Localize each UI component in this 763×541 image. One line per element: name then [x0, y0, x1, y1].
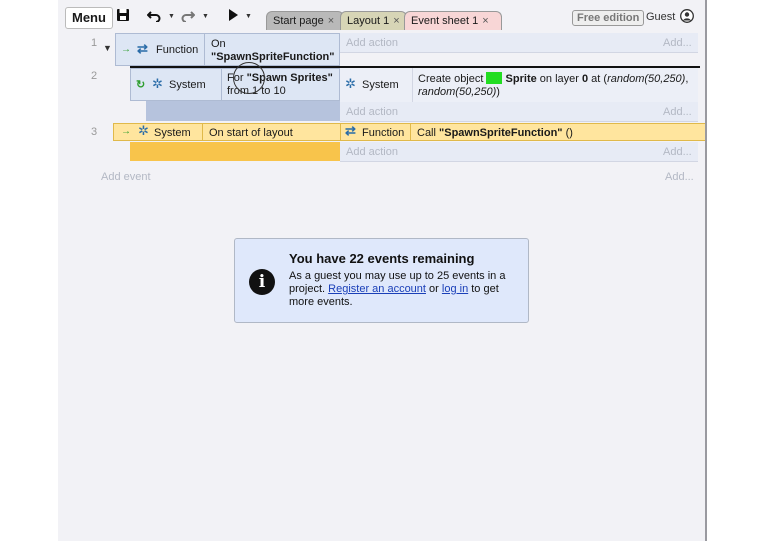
- toolbar: Menu ▼ ▼ ▼ Start page × Layout 1 × Event s…: [58, 0, 706, 34]
- redo-dropdown-icon[interactable]: ▼: [202, 8, 209, 26]
- notice-body: As a guest you may use up to 25 events i…: [289, 270, 506, 308]
- close-icon[interactable]: ×: [328, 15, 334, 27]
- add-more-link[interactable]: Add...: [663, 106, 692, 118]
- condition-text: On start of layout: [209, 127, 293, 139]
- sprite-thumbnail-icon: [486, 72, 503, 84]
- event-number: 1: [91, 37, 98, 49]
- condition-function-name: "SpawnSpriteFunction": [211, 51, 335, 63]
- loop-icon: ↻: [136, 79, 146, 91]
- add-more-link[interactable]: Add...: [663, 146, 692, 158]
- play-dropdown-icon[interactable]: ▼: [245, 8, 252, 26]
- add-event-link[interactable]: Add event: [101, 171, 151, 183]
- events-remaining-notice: i You have 22 events remaining As a gues…: [234, 238, 529, 323]
- tab-label: Layout 1: [347, 15, 390, 27]
- condition-object: Function: [156, 44, 199, 56]
- event-2-action[interactable]: ✲ System Create object Sprite on layer 0…: [340, 68, 698, 103]
- login-link[interactable]: log in: [442, 283, 468, 295]
- close-icon[interactable]: ×: [393, 15, 399, 27]
- add-more-link[interactable]: Add...: [663, 37, 692, 49]
- guest-label[interactable]: Guest: [646, 10, 675, 24]
- tab-label: Start page: [273, 15, 324, 27]
- close-icon[interactable]: ×: [482, 15, 488, 27]
- undo-icon[interactable]: [146, 8, 161, 26]
- event-1-condition[interactable]: → ⇄ Function On "SpawnSpriteFunction": [115, 33, 340, 66]
- user-account-icon[interactable]: [680, 9, 694, 26]
- window-right-border: [705, 0, 707, 541]
- tab-start-page[interactable]: Start page ×: [266, 11, 344, 30]
- system-gear-icon: ✲: [138, 123, 149, 138]
- add-action-link[interactable]: Add action: [346, 106, 398, 118]
- event-3-row[interactable]: → ✲ System On start of layout ⇄ Function…: [113, 123, 706, 141]
- tab-label: Event sheet 1: [411, 15, 479, 27]
- add-action-link[interactable]: Add action: [346, 37, 398, 49]
- event-3-spacer: [130, 142, 340, 161]
- condition-object: System: [169, 79, 206, 91]
- editor-window: Menu ▼ ▼ ▼ Start page × Layout 1 × Event s…: [58, 0, 706, 541]
- condition-text: On: [211, 38, 226, 50]
- add-action-link[interactable]: Add action: [346, 146, 398, 158]
- trigger-arrow-icon: →: [121, 44, 131, 55]
- action-object: System: [362, 79, 399, 91]
- condition-object: System: [154, 127, 191, 139]
- redo-icon[interactable]: [181, 8, 196, 26]
- collapse-arrow-icon[interactable]: ▼: [103, 43, 112, 53]
- menu-button[interactable]: Menu: [65, 7, 113, 29]
- system-gear-icon: ✲: [345, 76, 356, 91]
- free-edition-badge[interactable]: Free edition: [572, 10, 645, 26]
- play-icon[interactable]: [227, 8, 239, 26]
- action-text: Call "SpawnSpriteFunction" (): [417, 127, 573, 139]
- function-icon: ⇄: [345, 123, 356, 138]
- function-icon: ⇄: [137, 41, 148, 56]
- action-text: Create object Sprite on layer 0 at (rand…: [418, 72, 689, 98]
- event-2-spacer: [146, 101, 340, 121]
- tab-event-sheet-1[interactable]: Event sheet 1 ×: [404, 11, 502, 30]
- object-name: Sprite: [505, 73, 537, 85]
- tab-layout-1[interactable]: Layout 1 ×: [340, 11, 407, 30]
- event-number: 2: [91, 70, 98, 82]
- mouse-cursor-highlight: [233, 62, 265, 94]
- save-icon[interactable]: [116, 8, 130, 26]
- trigger-arrow-icon: →: [121, 126, 131, 137]
- system-gear-icon: ✲: [152, 76, 163, 91]
- add-event-more-link[interactable]: Add...: [665, 171, 694, 183]
- action-object: Function: [362, 127, 405, 139]
- info-icon: i: [249, 269, 275, 295]
- event-number: 3: [91, 126, 98, 138]
- register-account-link[interactable]: Register an account: [328, 283, 426, 295]
- undo-dropdown-icon[interactable]: ▼: [168, 8, 175, 26]
- notice-title: You have 22 events remaining: [289, 251, 475, 266]
